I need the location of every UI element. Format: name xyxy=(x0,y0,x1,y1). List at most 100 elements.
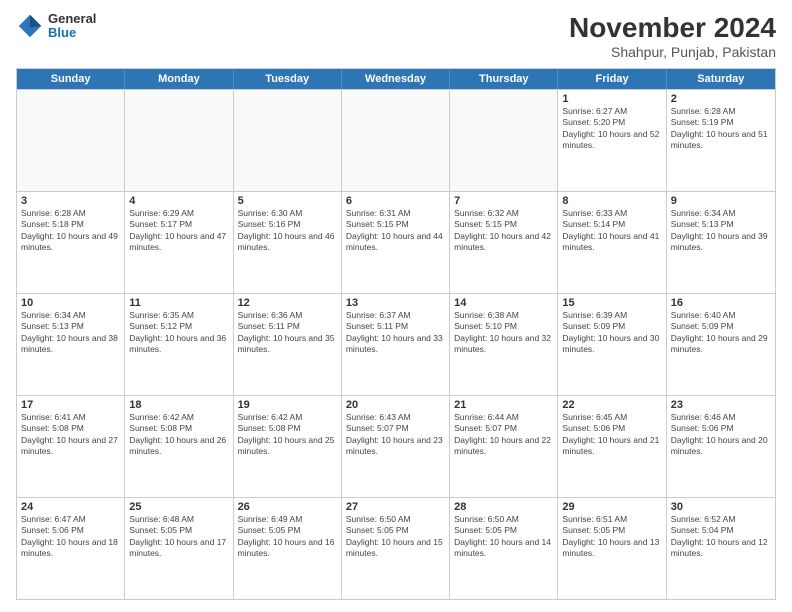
day-info: Sunrise: 6:40 AM Sunset: 5:09 PM Dayligh… xyxy=(671,310,771,356)
calendar-cell xyxy=(234,90,342,191)
day-number: 19 xyxy=(238,399,337,411)
calendar-cell: 29Sunrise: 6:51 AM Sunset: 5:05 PM Dayli… xyxy=(558,498,666,599)
calendar-cell: 13Sunrise: 6:37 AM Sunset: 5:11 PM Dayli… xyxy=(342,294,450,395)
day-number: 22 xyxy=(562,399,661,411)
logo-general: General xyxy=(48,12,96,26)
weekday-header-monday: Monday xyxy=(125,69,233,89)
day-number: 26 xyxy=(238,501,337,513)
calendar-cell: 19Sunrise: 6:42 AM Sunset: 5:08 PM Dayli… xyxy=(234,396,342,497)
day-info: Sunrise: 6:29 AM Sunset: 5:17 PM Dayligh… xyxy=(129,208,228,254)
day-number: 9 xyxy=(671,195,771,207)
weekday-header-sunday: Sunday xyxy=(17,69,125,89)
calendar-cell: 22Sunrise: 6:45 AM Sunset: 5:06 PM Dayli… xyxy=(558,396,666,497)
day-number: 5 xyxy=(238,195,337,207)
weekday-header-friday: Friday xyxy=(558,69,666,89)
calendar-header: SundayMondayTuesdayWednesdayThursdayFrid… xyxy=(17,69,775,89)
day-number: 7 xyxy=(454,195,553,207)
day-info: Sunrise: 6:30 AM Sunset: 5:16 PM Dayligh… xyxy=(238,208,337,254)
calendar-cell: 8Sunrise: 6:33 AM Sunset: 5:14 PM Daylig… xyxy=(558,192,666,293)
calendar-cell: 4Sunrise: 6:29 AM Sunset: 5:17 PM Daylig… xyxy=(125,192,233,293)
day-number: 23 xyxy=(671,399,771,411)
day-info: Sunrise: 6:31 AM Sunset: 5:15 PM Dayligh… xyxy=(346,208,445,254)
calendar-cell xyxy=(17,90,125,191)
calendar-cell: 9Sunrise: 6:34 AM Sunset: 5:13 PM Daylig… xyxy=(667,192,775,293)
day-info: Sunrise: 6:50 AM Sunset: 5:05 PM Dayligh… xyxy=(346,514,445,560)
page: General Blue November 2024 Shahpur, Punj… xyxy=(0,0,792,612)
day-number: 10 xyxy=(21,297,120,309)
day-info: Sunrise: 6:42 AM Sunset: 5:08 PM Dayligh… xyxy=(238,412,337,458)
day-number: 30 xyxy=(671,501,771,513)
day-number: 6 xyxy=(346,195,445,207)
calendar-cell: 16Sunrise: 6:40 AM Sunset: 5:09 PM Dayli… xyxy=(667,294,775,395)
day-info: Sunrise: 6:52 AM Sunset: 5:04 PM Dayligh… xyxy=(671,514,771,560)
calendar-cell: 11Sunrise: 6:35 AM Sunset: 5:12 PM Dayli… xyxy=(125,294,233,395)
calendar-cell: 21Sunrise: 6:44 AM Sunset: 5:07 PM Dayli… xyxy=(450,396,558,497)
calendar-cell: 15Sunrise: 6:39 AM Sunset: 5:09 PM Dayli… xyxy=(558,294,666,395)
day-number: 24 xyxy=(21,501,120,513)
day-number: 15 xyxy=(562,297,661,309)
calendar-cell: 3Sunrise: 6:28 AM Sunset: 5:18 PM Daylig… xyxy=(17,192,125,293)
day-number: 11 xyxy=(129,297,228,309)
day-number: 21 xyxy=(454,399,553,411)
day-info: Sunrise: 6:37 AM Sunset: 5:11 PM Dayligh… xyxy=(346,310,445,356)
day-number: 1 xyxy=(562,93,661,105)
day-info: Sunrise: 6:34 AM Sunset: 5:13 PM Dayligh… xyxy=(21,310,120,356)
calendar-cell: 20Sunrise: 6:43 AM Sunset: 5:07 PM Dayli… xyxy=(342,396,450,497)
calendar-cell: 18Sunrise: 6:42 AM Sunset: 5:08 PM Dayli… xyxy=(125,396,233,497)
calendar-body: 1Sunrise: 6:27 AM Sunset: 5:20 PM Daylig… xyxy=(17,89,775,599)
day-info: Sunrise: 6:43 AM Sunset: 5:07 PM Dayligh… xyxy=(346,412,445,458)
day-info: Sunrise: 6:32 AM Sunset: 5:15 PM Dayligh… xyxy=(454,208,553,254)
calendar-row-3: 10Sunrise: 6:34 AM Sunset: 5:13 PM Dayli… xyxy=(17,293,775,395)
day-number: 13 xyxy=(346,297,445,309)
day-info: Sunrise: 6:51 AM Sunset: 5:05 PM Dayligh… xyxy=(562,514,661,560)
day-info: Sunrise: 6:49 AM Sunset: 5:05 PM Dayligh… xyxy=(238,514,337,560)
day-info: Sunrise: 6:38 AM Sunset: 5:10 PM Dayligh… xyxy=(454,310,553,356)
day-number: 12 xyxy=(238,297,337,309)
day-info: Sunrise: 6:42 AM Sunset: 5:08 PM Dayligh… xyxy=(129,412,228,458)
calendar-cell xyxy=(125,90,233,191)
title-block: November 2024 Shahpur, Punjab, Pakistan xyxy=(569,12,776,60)
calendar-cell: 25Sunrise: 6:48 AM Sunset: 5:05 PM Dayli… xyxy=(125,498,233,599)
weekday-header-tuesday: Tuesday xyxy=(234,69,342,89)
day-number: 8 xyxy=(562,195,661,207)
day-info: Sunrise: 6:46 AM Sunset: 5:06 PM Dayligh… xyxy=(671,412,771,458)
calendar-cell: 10Sunrise: 6:34 AM Sunset: 5:13 PM Dayli… xyxy=(17,294,125,395)
calendar-cell: 2Sunrise: 6:28 AM Sunset: 5:19 PM Daylig… xyxy=(667,90,775,191)
day-number: 29 xyxy=(562,501,661,513)
calendar-cell: 7Sunrise: 6:32 AM Sunset: 5:15 PM Daylig… xyxy=(450,192,558,293)
day-number: 17 xyxy=(21,399,120,411)
day-number: 2 xyxy=(671,93,771,105)
calendar-cell: 24Sunrise: 6:47 AM Sunset: 5:06 PM Dayli… xyxy=(17,498,125,599)
calendar-cell: 28Sunrise: 6:50 AM Sunset: 5:05 PM Dayli… xyxy=(450,498,558,599)
calendar-cell: 17Sunrise: 6:41 AM Sunset: 5:08 PM Dayli… xyxy=(17,396,125,497)
logo-text: General Blue xyxy=(48,12,96,41)
calendar-cell: 30Sunrise: 6:52 AM Sunset: 5:04 PM Dayli… xyxy=(667,498,775,599)
weekday-header-thursday: Thursday xyxy=(450,69,558,89)
day-info: Sunrise: 6:39 AM Sunset: 5:09 PM Dayligh… xyxy=(562,310,661,356)
calendar-cell: 27Sunrise: 6:50 AM Sunset: 5:05 PM Dayli… xyxy=(342,498,450,599)
calendar-cell: 6Sunrise: 6:31 AM Sunset: 5:15 PM Daylig… xyxy=(342,192,450,293)
day-info: Sunrise: 6:35 AM Sunset: 5:12 PM Dayligh… xyxy=(129,310,228,356)
calendar-cell: 26Sunrise: 6:49 AM Sunset: 5:05 PM Dayli… xyxy=(234,498,342,599)
calendar: SundayMondayTuesdayWednesdayThursdayFrid… xyxy=(16,68,776,600)
calendar-cell: 5Sunrise: 6:30 AM Sunset: 5:16 PM Daylig… xyxy=(234,192,342,293)
day-info: Sunrise: 6:36 AM Sunset: 5:11 PM Dayligh… xyxy=(238,310,337,356)
day-info: Sunrise: 6:34 AM Sunset: 5:13 PM Dayligh… xyxy=(671,208,771,254)
day-number: 28 xyxy=(454,501,553,513)
day-info: Sunrise: 6:28 AM Sunset: 5:19 PM Dayligh… xyxy=(671,106,771,152)
calendar-cell: 14Sunrise: 6:38 AM Sunset: 5:10 PM Dayli… xyxy=(450,294,558,395)
day-info: Sunrise: 6:44 AM Sunset: 5:07 PM Dayligh… xyxy=(454,412,553,458)
day-info: Sunrise: 6:48 AM Sunset: 5:05 PM Dayligh… xyxy=(129,514,228,560)
calendar-row-1: 1Sunrise: 6:27 AM Sunset: 5:20 PM Daylig… xyxy=(17,89,775,191)
day-info: Sunrise: 6:41 AM Sunset: 5:08 PM Dayligh… xyxy=(21,412,120,458)
day-info: Sunrise: 6:45 AM Sunset: 5:06 PM Dayligh… xyxy=(562,412,661,458)
day-number: 3 xyxy=(21,195,120,207)
day-number: 20 xyxy=(346,399,445,411)
day-info: Sunrise: 6:50 AM Sunset: 5:05 PM Dayligh… xyxy=(454,514,553,560)
day-number: 14 xyxy=(454,297,553,309)
calendar-row-5: 24Sunrise: 6:47 AM Sunset: 5:06 PM Dayli… xyxy=(17,497,775,599)
day-number: 16 xyxy=(671,297,771,309)
day-number: 27 xyxy=(346,501,445,513)
location-subtitle: Shahpur, Punjab, Pakistan xyxy=(569,44,776,60)
day-info: Sunrise: 6:28 AM Sunset: 5:18 PM Dayligh… xyxy=(21,208,120,254)
